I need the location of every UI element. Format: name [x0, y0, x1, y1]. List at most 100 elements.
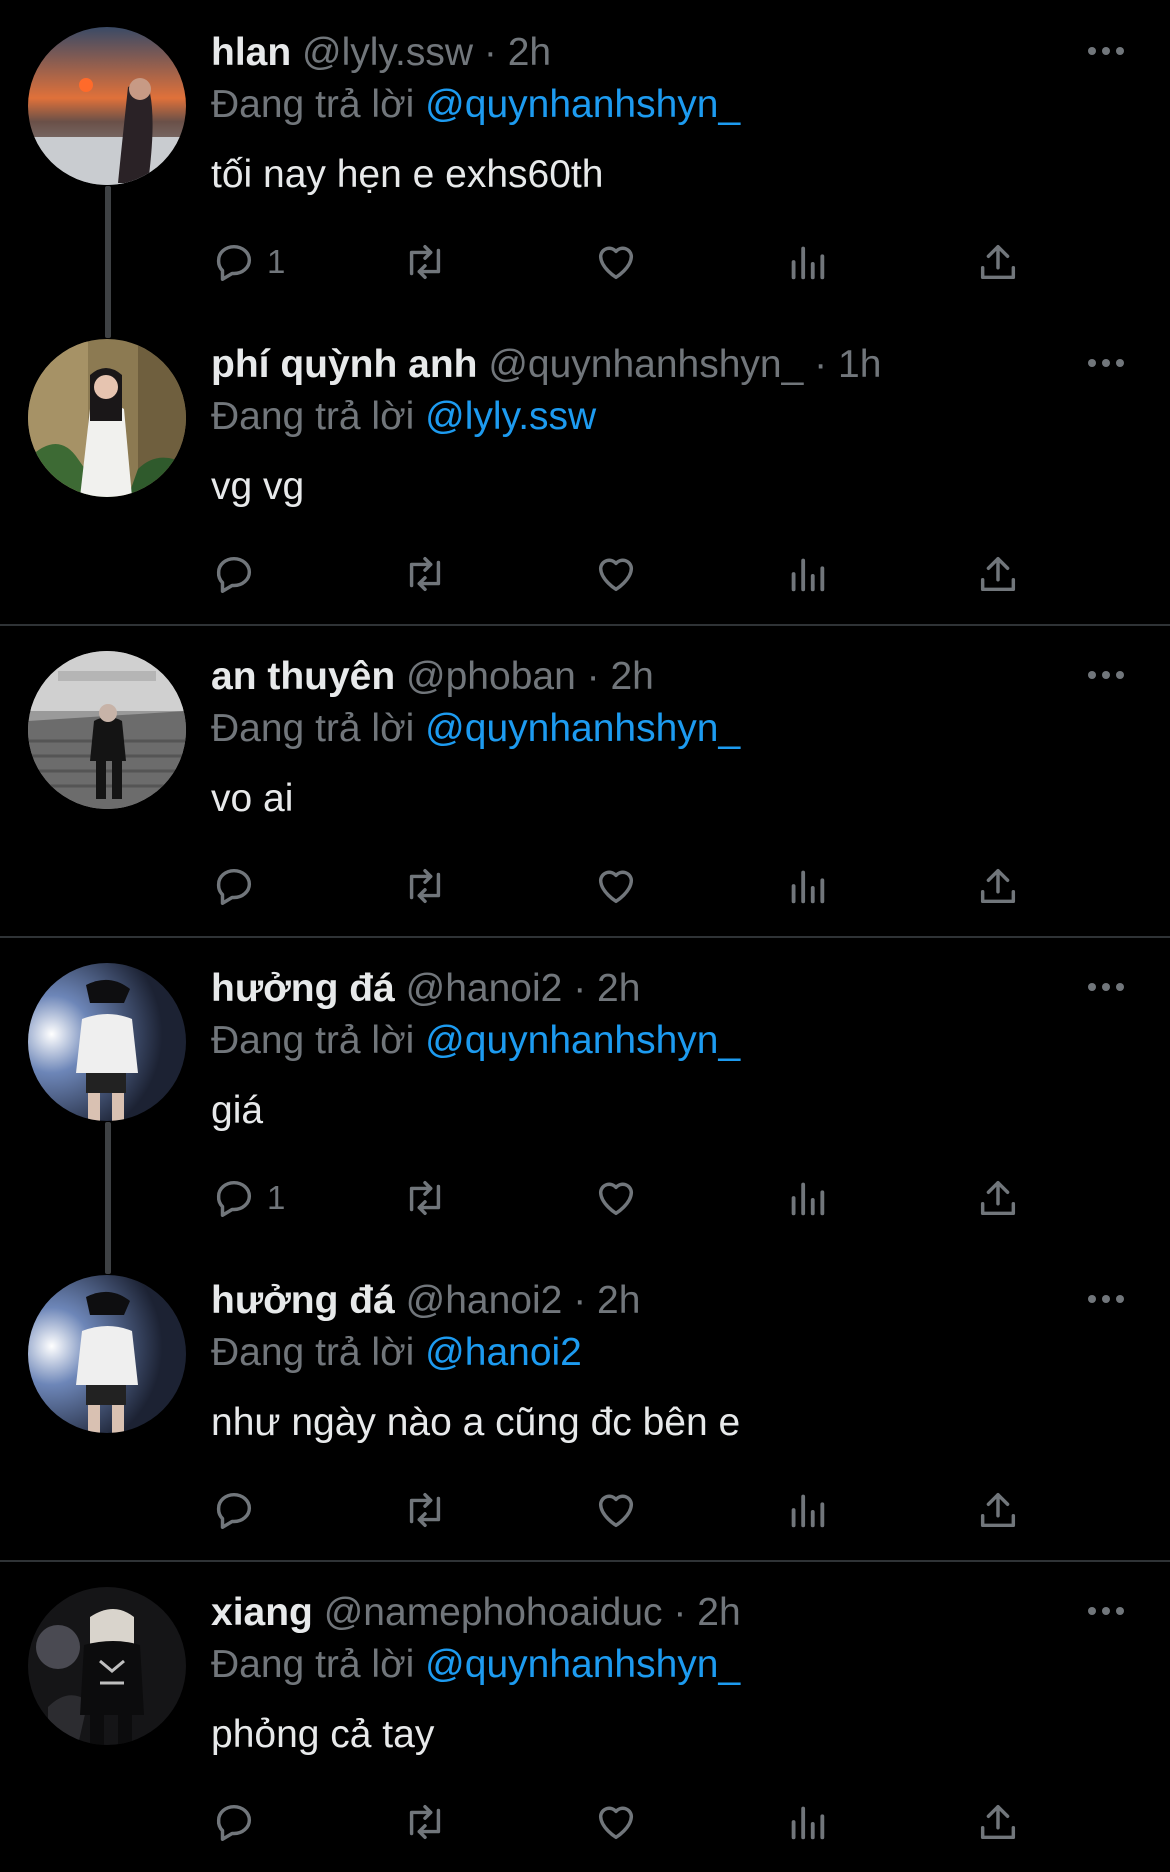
display-name[interactable]: hlan	[211, 31, 291, 74]
separator-dot: ·	[814, 343, 828, 386]
reply-button[interactable]: 1	[211, 236, 285, 288]
share-button[interactable]	[975, 548, 1021, 600]
more-icon[interactable]	[1086, 1604, 1126, 1618]
user-handle[interactable]: @hanoi2	[406, 1279, 563, 1322]
analytics-icon	[791, 558, 825, 592]
tweet-text: giá	[211, 1089, 264, 1132]
more-icon[interactable]	[1086, 356, 1126, 370]
analytics-button[interactable]	[784, 236, 830, 288]
tweet[interactable]: an thuyên @phoban · 2h Đang trả lời @quy…	[0, 624, 1170, 936]
replying-to-label: Đang trả lời	[211, 395, 415, 438]
retweet-button[interactable]	[402, 236, 448, 288]
more-icon[interactable]	[1086, 668, 1126, 682]
analytics-button[interactable]	[784, 1172, 830, 1224]
retweet-icon	[409, 1180, 441, 1216]
more-icon[interactable]	[1086, 44, 1126, 58]
tweet-text: vg vg	[211, 465, 305, 508]
share-button[interactable]	[975, 1796, 1021, 1848]
retweet-button[interactable]	[402, 548, 448, 600]
separator-dot: ·	[483, 31, 497, 74]
mention-link[interactable]: @hanoi2	[425, 1331, 582, 1374]
reply-button[interactable]	[211, 860, 267, 912]
reply-icon	[216, 556, 252, 593]
timestamp[interactable]: 2h	[597, 1279, 640, 1322]
reply-icon	[216, 1180, 252, 1217]
reply-button[interactable]: 1	[211, 1172, 285, 1224]
analytics-button[interactable]	[784, 1796, 830, 1848]
avatar[interactable]	[28, 1275, 186, 1433]
analytics-button[interactable]	[784, 1484, 830, 1536]
like-button[interactable]	[593, 860, 639, 912]
display-name[interactable]: an thuyên	[211, 655, 395, 698]
replying-to: Đang trả lời @quynhanhshyn_	[211, 1640, 740, 1690]
mention-link[interactable]: @quynhanhshyn_	[425, 1019, 740, 1062]
analytics-button[interactable]	[784, 548, 830, 600]
replying-to-label: Đang trả lời	[211, 1331, 415, 1374]
timestamp[interactable]: 2h	[610, 655, 653, 698]
like-button[interactable]	[593, 1172, 639, 1224]
display-name[interactable]: hưởng đá	[211, 967, 395, 1010]
action-bar: 1	[211, 236, 1031, 288]
analytics-button[interactable]	[784, 860, 830, 912]
more-icon[interactable]	[1086, 980, 1126, 994]
heart-icon	[598, 1182, 634, 1216]
retweet-button[interactable]	[402, 860, 448, 912]
mention-link[interactable]: @lyly.ssw	[425, 395, 596, 438]
tweet[interactable]: phí quỳnh anh @quynhanhshyn_ · 1h Đang t…	[0, 312, 1170, 624]
tweet-header: phí quỳnh anh @quynhanhshyn_ · 1h	[211, 340, 881, 390]
reply-icon	[216, 1492, 252, 1529]
timestamp[interactable]: 2h	[697, 1591, 740, 1634]
user-handle[interactable]: @lyly.ssw	[302, 31, 473, 74]
reply-button[interactable]	[211, 1484, 267, 1536]
share-button[interactable]	[975, 1484, 1021, 1536]
avatar[interactable]	[28, 1587, 186, 1745]
like-button[interactable]	[593, 236, 639, 288]
tweet[interactable]: hưởng đá @hanoi2 · 2h Đang trả lời @hano…	[0, 1248, 1170, 1560]
like-button[interactable]	[593, 1796, 639, 1848]
retweet-button[interactable]	[402, 1796, 448, 1848]
separator-dot: ·	[586, 655, 600, 698]
replying-to: Đang trả lời @quynhanhshyn_	[211, 80, 740, 130]
share-button[interactable]	[975, 1172, 1021, 1224]
timestamp[interactable]: 2h	[597, 967, 640, 1010]
tweet[interactable]: xiang @namephohoaiduc · 2h Đang trả lời …	[0, 1560, 1170, 1872]
user-handle[interactable]: @quynhanhshyn_	[488, 343, 803, 386]
display-name[interactable]: xiang	[211, 1591, 313, 1634]
more-icon[interactable]	[1086, 1292, 1126, 1306]
mention-link[interactable]: @quynhanhshyn_	[425, 83, 740, 126]
tweet-text: tối nay hẹn e exhs60th	[211, 153, 604, 196]
reply-icon	[216, 868, 252, 905]
avatar-image	[28, 963, 186, 1121]
share-button[interactable]	[975, 236, 1021, 288]
retweet-button[interactable]	[402, 1484, 448, 1536]
avatar[interactable]	[28, 27, 186, 185]
display-name[interactable]: phí quỳnh anh	[211, 343, 477, 386]
tweet[interactable]: hưởng đá @hanoi2 · 2h Đang trả lời @quyn…	[0, 936, 1170, 1274]
mention-link[interactable]: @quynhanhshyn_	[425, 707, 740, 750]
timestamp[interactable]: 2h	[508, 31, 551, 74]
user-handle[interactable]: @namephohoaiduc	[324, 1591, 663, 1634]
reply-icon	[216, 1804, 252, 1841]
replying-to: Đang trả lời @quynhanhshyn_	[211, 1016, 740, 1066]
share-button[interactable]	[975, 860, 1021, 912]
heart-icon	[598, 870, 634, 904]
reply-button[interactable]	[211, 548, 267, 600]
separator-dot: ·	[573, 1279, 587, 1322]
avatar[interactable]	[28, 339, 186, 497]
user-handle[interactable]: @hanoi2	[406, 967, 563, 1010]
avatar[interactable]	[28, 963, 186, 1121]
timestamp[interactable]: 1h	[838, 343, 881, 386]
tweet-header: an thuyên @phoban · 2h	[211, 652, 654, 702]
like-button[interactable]	[593, 548, 639, 600]
retweet-button[interactable]	[402, 1172, 448, 1224]
reply-button[interactable]	[211, 1796, 267, 1848]
reply-count: 1	[267, 1179, 286, 1216]
like-button[interactable]	[593, 1484, 639, 1536]
display-name[interactable]: hưởng đá	[211, 1279, 395, 1322]
avatar[interactable]	[28, 651, 186, 809]
tweet[interactable]: hlan @lyly.ssw · 2h Đang trả lời @quynha…	[0, 0, 1170, 338]
analytics-icon	[791, 246, 825, 280]
mention-link[interactable]: @quynhanhshyn_	[425, 1643, 740, 1686]
user-handle[interactable]: @phoban	[406, 655, 576, 698]
action-bar	[211, 1796, 1031, 1848]
